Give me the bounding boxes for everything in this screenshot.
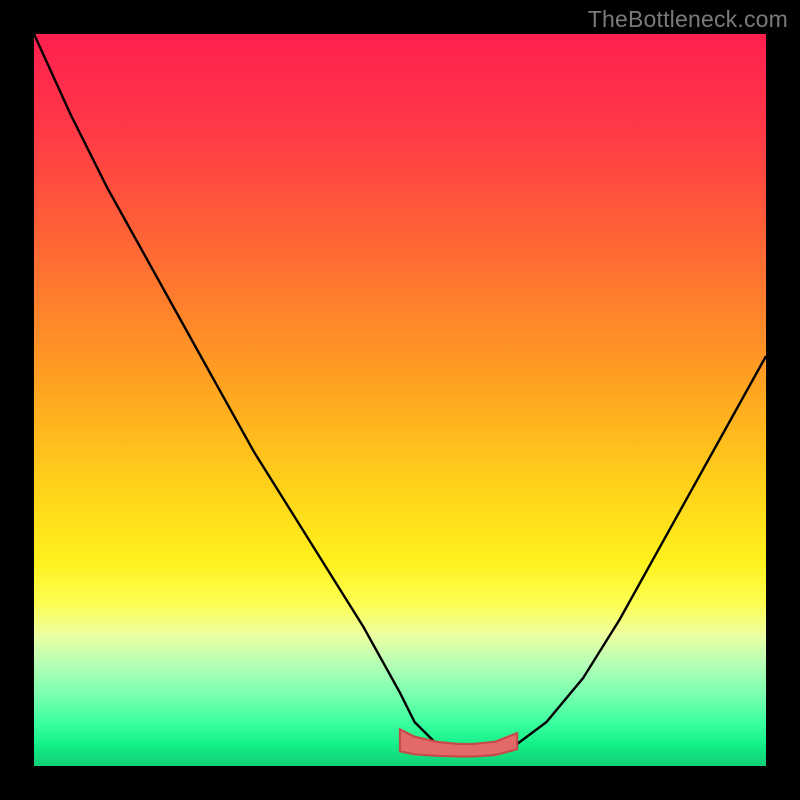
chart-frame: TheBottleneck.com	[0, 0, 800, 800]
gradient-plot-area	[34, 34, 766, 766]
watermark-text: TheBottleneck.com	[588, 6, 788, 33]
